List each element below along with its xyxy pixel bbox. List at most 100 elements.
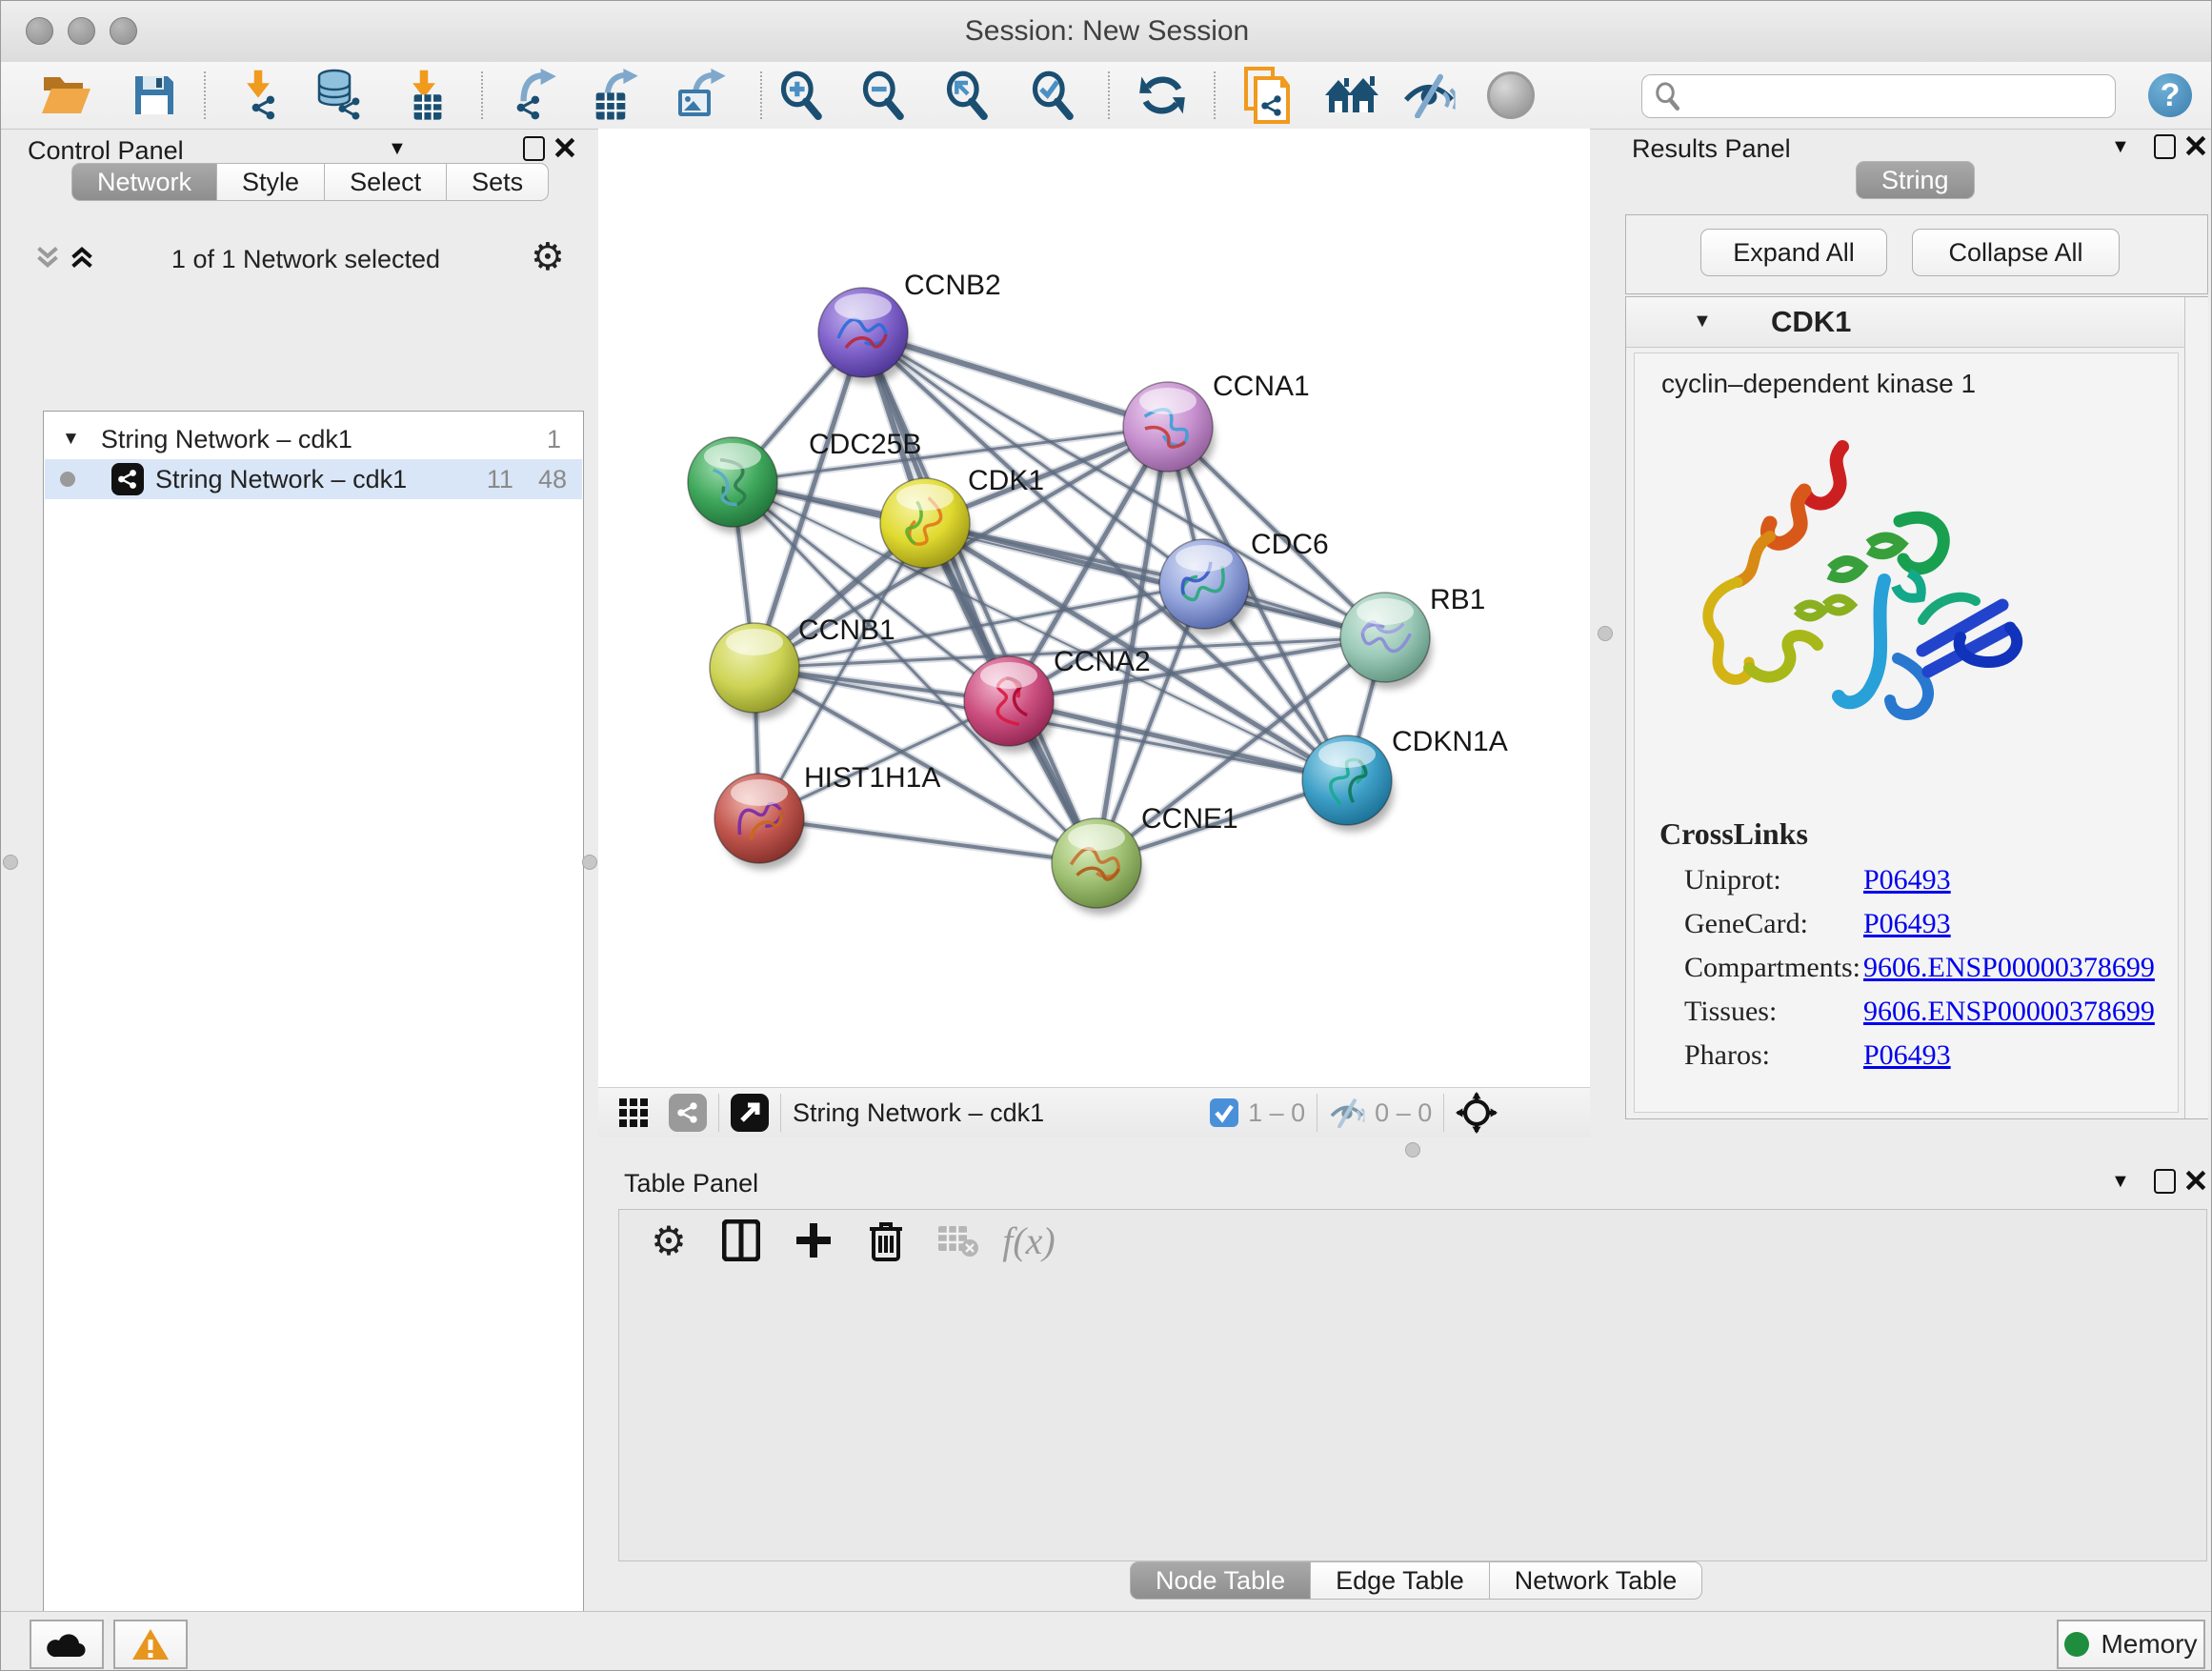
- zoom-fit-icon[interactable]: [940, 68, 995, 123]
- network-edge-count: 48: [538, 465, 567, 494]
- collapse-all-button[interactable]: Collapse All: [1912, 229, 2120, 276]
- network-node-CDKN1A[interactable]: CDKN1A: [1302, 726, 1508, 832]
- show-columns-icon[interactable]: [711, 1210, 772, 1271]
- panel-menu-icon[interactable]: ▼: [2111, 1171, 2130, 1193]
- panel-float-icon[interactable]: [2154, 1169, 2176, 1194]
- import-network-from-database-icon[interactable]: [311, 68, 366, 123]
- delete-column-icon[interactable]: [855, 1210, 916, 1271]
- collection-expand-icon[interactable]: ▼: [62, 429, 80, 450]
- title-bar: Session: New Session: [1, 1, 2212, 63]
- detach-view-icon[interactable]: [731, 1094, 769, 1132]
- grid-view-icon[interactable]: [619, 1098, 648, 1127]
- crosslink-label: Pharos:: [1684, 1039, 1770, 1072]
- tab-sets[interactable]: Sets: [447, 163, 549, 201]
- section-collapse-icon[interactable]: ▼: [1693, 311, 1712, 332]
- control-panel-tabs: Network Style Select Sets: [71, 163, 549, 201]
- protein-section-header[interactable]: ▼ CDK1: [1626, 297, 2184, 348]
- node-label: CCNB1: [798, 614, 895, 646]
- results-panel-title: Results Panel: [1632, 134, 1791, 164]
- birds-eye-view-icon[interactable]: [1456, 1092, 1498, 1134]
- hide-panel-eye-slash-icon[interactable]: [1401, 68, 1457, 123]
- add-column-icon[interactable]: [783, 1210, 844, 1271]
- clipboard-network-icon[interactable]: [1239, 68, 1295, 123]
- window-title: Session: New Session: [1, 15, 2212, 48]
- panel-float-icon[interactable]: [523, 136, 545, 161]
- tab-style[interactable]: Style: [217, 163, 325, 201]
- results-scrollbar[interactable]: [2184, 297, 2208, 1118]
- protein-description: cyclin–dependent kinase 1: [1661, 369, 1976, 399]
- search-input[interactable]: [1690, 81, 2115, 112]
- expand-all-button[interactable]: Expand All: [1700, 229, 1887, 276]
- network-icon: [111, 463, 144, 495]
- network-edge[interactable]: [759, 818, 1096, 863]
- node-label: CCNB2: [904, 270, 1001, 301]
- toolbar-separator: [204, 71, 206, 119]
- crosslink-link[interactable]: 9606.ENSP00000378699: [1863, 952, 2155, 984]
- zoom-out-icon[interactable]: [856, 68, 912, 123]
- control-splitter-handle[interactable]: [582, 855, 597, 870]
- tab-network[interactable]: Network: [71, 163, 217, 201]
- export-network-icon[interactable]: [506, 68, 561, 123]
- collection-count: 1: [547, 425, 561, 454]
- results-tabs: String: [1856, 161, 1975, 199]
- table-panel-title: Table Panel: [624, 1169, 758, 1198]
- toolbar-search: [1641, 74, 2116, 118]
- network-row[interactable]: String Network – cdk1 11 48: [45, 459, 582, 499]
- control-panel-title: Control Panel: [28, 136, 184, 166]
- crosslink-link[interactable]: P06493: [1863, 1039, 1951, 1072]
- panel-float-icon[interactable]: [2154, 134, 2176, 159]
- help-icon[interactable]: ?: [2142, 68, 2198, 123]
- hidden-eye-slash-icon[interactable]: [1329, 1097, 1365, 1128]
- network-collection-row[interactable]: ▼ String Network – cdk1 1: [45, 419, 582, 459]
- tab-network-table[interactable]: Network Table: [1490, 1561, 1703, 1600]
- import-table-icon[interactable]: [396, 68, 452, 123]
- open-session-icon[interactable]: [39, 68, 94, 123]
- network-view-share-icon[interactable]: [669, 1094, 707, 1132]
- save-session-icon[interactable]: [127, 68, 182, 123]
- eye-icon: [1483, 68, 1538, 123]
- delete-table-icon: [928, 1210, 989, 1271]
- import-network-icon[interactable]: [231, 68, 287, 123]
- network-node-CCNA1[interactable]: CCNA1: [1123, 371, 1310, 478]
- zoom-in-icon[interactable]: [774, 68, 830, 123]
- function-builder-fx: f(x): [998, 1210, 1059, 1271]
- panel-menu-icon[interactable]: ▼: [388, 138, 407, 160]
- footer-separator: [780, 1094, 781, 1132]
- warning-icon: [131, 1627, 170, 1661]
- network-options-gear-icon[interactable]: ⚙: [531, 235, 565, 279]
- memory-button[interactable]: Memory: [2057, 1620, 2205, 1669]
- cloud-status-button[interactable]: [30, 1620, 104, 1669]
- tab-edge-table[interactable]: Edge Table: [1311, 1561, 1490, 1600]
- panel-menu-icon[interactable]: ▼: [2111, 136, 2130, 158]
- selected-checkbox-icon[interactable]: [1210, 1098, 1238, 1127]
- node-label: RB1: [1430, 584, 1485, 615]
- node-label: CCNE1: [1141, 803, 1238, 835]
- results-splitter-handle[interactable]: [1598, 626, 1613, 641]
- memory-status-dot: [2064, 1632, 2089, 1657]
- export-image-icon[interactable]: [672, 68, 727, 123]
- tab-node-table[interactable]: Node Table: [1130, 1561, 1311, 1600]
- tab-select[interactable]: Select: [325, 163, 447, 201]
- export-table-icon[interactable]: [586, 68, 641, 123]
- network-node-CDK1[interactable]: CDK1: [880, 465, 1044, 574]
- zoom-selected-icon[interactable]: [1026, 68, 1081, 123]
- tab-string[interactable]: String: [1856, 161, 1975, 199]
- crosslink-label: GeneCard:: [1684, 908, 1808, 940]
- crosslink-link[interactable]: 9606.ENSP00000378699: [1863, 996, 2155, 1028]
- panel-close-icon[interactable]: [553, 136, 576, 159]
- crosslink-link[interactable]: P06493: [1863, 908, 1951, 940]
- left-splitter-handle[interactable]: [3, 855, 18, 870]
- panel-close-icon[interactable]: [2184, 134, 2207, 157]
- collection-label: String Network – cdk1: [101, 425, 352, 454]
- footer-separator: [1443, 1094, 1444, 1132]
- crosslink-link[interactable]: P06493: [1863, 864, 1951, 896]
- warning-status-button[interactable]: [113, 1620, 188, 1669]
- table-settings-gear-icon[interactable]: ⚙: [638, 1210, 699, 1271]
- network-node-RB1[interactable]: RB1: [1340, 584, 1485, 689]
- panel-close-icon[interactable]: [2184, 1169, 2207, 1192]
- network-canvas[interactable]: CCNB2CCNA1CDC25BCDK1CDC6RB1CCNB1CCNA2CDK…: [598, 129, 1590, 1087]
- node-label: CDKN1A: [1392, 726, 1508, 757]
- network-node-HIST1H1A[interactable]: HIST1H1A: [714, 762, 940, 870]
- home-networks-icon[interactable]: [1323, 68, 1378, 123]
- apply-layout-refresh-icon[interactable]: [1135, 68, 1190, 123]
